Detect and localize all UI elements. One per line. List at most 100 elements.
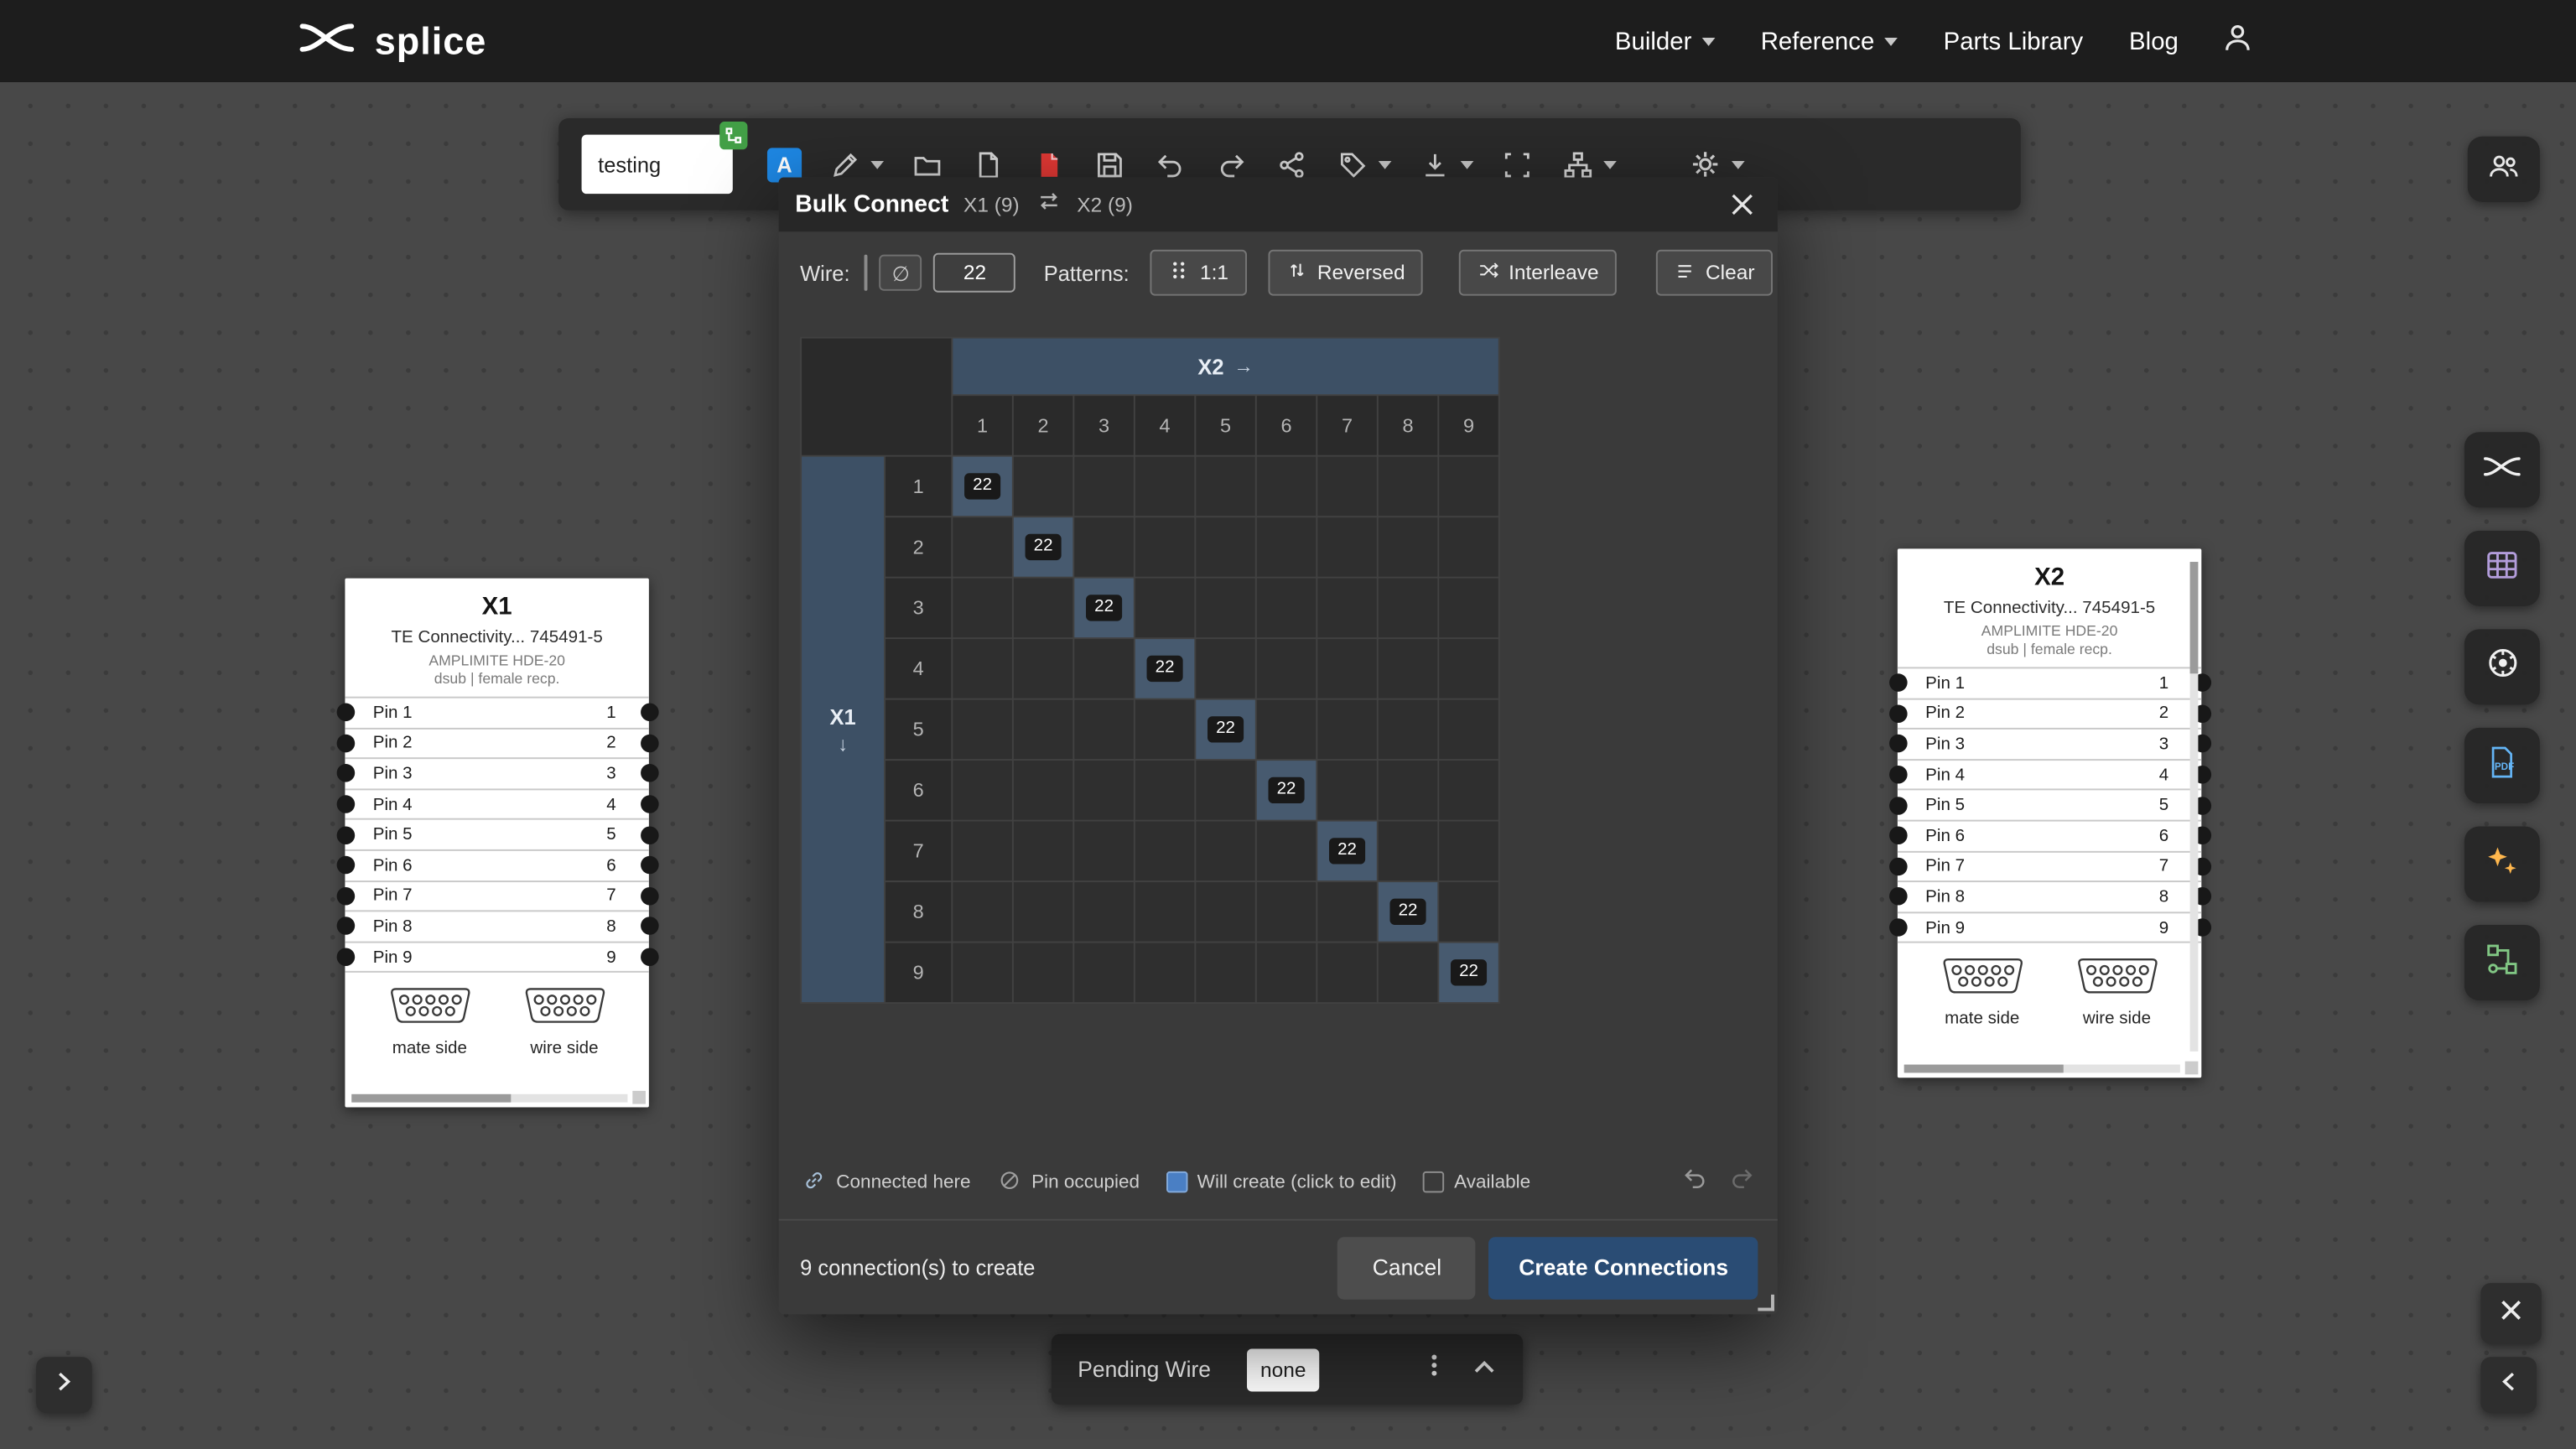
matrix-cell[interactable] — [1135, 943, 1195, 1003]
matrix-cell[interactable] — [1257, 579, 1317, 638]
undo-icon[interactable] — [1682, 1165, 1708, 1199]
matrix-cell[interactable] — [1135, 761, 1195, 820]
matrix-cell[interactable] — [1257, 882, 1317, 942]
matrix-cell[interactable] — [1196, 517, 1255, 577]
kebab-menu-icon[interactable] — [1423, 1352, 1446, 1386]
mate-pin-dot[interactable] — [1888, 888, 1907, 906]
matrix-cell[interactable] — [1439, 517, 1498, 577]
collapse-right-panel-button[interactable] — [2480, 1357, 2537, 1413]
matrix-cell[interactable] — [1379, 761, 1438, 820]
matrix-cell[interactable] — [1074, 761, 1134, 820]
pin-row[interactable]: Pin 88 — [1898, 882, 2201, 912]
pattern-one-to-one-button[interactable]: 1:1 — [1150, 250, 1246, 296]
matrix-cell[interactable]: 22 — [1439, 943, 1498, 1003]
matrix-cell[interactable]: 22 — [1014, 517, 1073, 577]
v-scrollbar[interactable] — [2190, 562, 2199, 1052]
ai-assist-button[interactable] — [2464, 826, 2540, 901]
mate-pin-dot[interactable] — [336, 765, 355, 783]
matrix-cell[interactable] — [1379, 639, 1438, 699]
matrix-cell[interactable] — [1135, 517, 1195, 577]
nav-item-blog[interactable]: Blog — [2129, 27, 2179, 55]
mate-pin-dot[interactable] — [336, 704, 355, 722]
matrix-cell[interactable] — [1379, 822, 1438, 881]
net-graph-button[interactable] — [2464, 925, 2540, 1000]
matrix-cell[interactable] — [1257, 700, 1317, 760]
matrix-cell[interactable] — [1257, 943, 1317, 1003]
mate-pin-dot[interactable] — [1888, 918, 1907, 937]
matrix-cell[interactable] — [1014, 700, 1073, 760]
pin-row[interactable]: Pin 11 — [345, 699, 648, 729]
matrix-col-number[interactable]: 4 — [1135, 396, 1195, 455]
pin-row[interactable]: Pin 99 — [1898, 913, 2201, 943]
matrix-cell[interactable] — [1317, 517, 1377, 577]
matrix-cell[interactable] — [1317, 943, 1377, 1003]
cancel-button[interactable]: Cancel — [1338, 1236, 1477, 1298]
matrix-col-number[interactable]: 8 — [1379, 396, 1438, 455]
mate-pin-dot[interactable] — [1888, 735, 1907, 754]
matrix-row-number[interactable]: 5 — [886, 700, 951, 760]
mate-pin-dot[interactable] — [336, 917, 355, 936]
pin-row[interactable]: Pin 66 — [1898, 822, 2201, 852]
matrix-row-number[interactable]: 7 — [886, 822, 951, 881]
matrix-cell[interactable] — [1317, 457, 1377, 517]
matrix-cell[interactable] — [1257, 457, 1317, 517]
matrix-col-number[interactable]: 1 — [953, 396, 1012, 455]
wire-pin-dot[interactable] — [640, 795, 658, 813]
matrix-row-number[interactable]: 8 — [886, 882, 951, 942]
matrix-cell[interactable] — [1135, 882, 1195, 942]
pin-row[interactable]: Pin 22 — [1898, 699, 2201, 730]
matrix-cell[interactable] — [1379, 700, 1438, 760]
redo-icon[interactable] — [1728, 1165, 1754, 1199]
matrix-cell[interactable] — [1014, 639, 1073, 699]
matrix-cell[interactable] — [1317, 882, 1377, 942]
pattern-clear-button[interactable]: Clear — [1656, 250, 1773, 296]
matrix-cell[interactable] — [1379, 579, 1438, 638]
matrix-cell[interactable] — [1317, 639, 1377, 699]
matrix-col-number[interactable]: 3 — [1074, 396, 1134, 455]
matrix-cell[interactable] — [1074, 700, 1134, 760]
matrix-cell[interactable] — [1317, 700, 1377, 760]
grid-view-button[interactable] — [2464, 531, 2540, 606]
matrix-cell[interactable] — [1379, 517, 1438, 577]
matrix-cell[interactable] — [953, 639, 1012, 699]
mate-pin-dot[interactable] — [336, 887, 355, 906]
matrix-cell[interactable] — [953, 822, 1012, 881]
pin-row[interactable]: Pin 55 — [1898, 791, 2201, 821]
matrix-cell[interactable]: 22 — [1074, 579, 1134, 638]
modal-header[interactable]: Bulk Connect X1 (9) X2 (9) — [779, 178, 1778, 232]
brand[interactable]: splice — [296, 16, 487, 67]
matrix-cell[interactable]: 22 — [953, 457, 1012, 517]
resize-handle[interactable] — [1758, 1295, 1774, 1311]
pattern-interleave-button[interactable]: Interleave — [1459, 250, 1617, 296]
matrix-cell[interactable] — [1074, 457, 1134, 517]
matrix-cell[interactable] — [1439, 822, 1498, 881]
wire-color-swatch[interactable] — [865, 255, 868, 291]
wire-pin-dot[interactable] — [640, 704, 658, 722]
matrix-cell[interactable] — [1074, 639, 1134, 699]
nav-item-reference[interactable]: Reference — [1761, 27, 1898, 55]
mate-pin-dot[interactable] — [1888, 857, 1907, 875]
design-canvas[interactable]: A — [0, 82, 2576, 1449]
expand-left-panel-button[interactable] — [36, 1357, 92, 1413]
auto-layout-badge[interactable]: A — [767, 147, 802, 181]
mate-pin-dot[interactable] — [336, 735, 355, 753]
matrix-col-number[interactable]: 2 — [1014, 396, 1073, 455]
matrix-cell[interactable] — [1135, 579, 1195, 638]
wire-pin-dot[interactable] — [640, 826, 658, 844]
pin-row[interactable]: Pin 99 — [345, 943, 648, 973]
matrix-cell[interactable] — [1135, 822, 1195, 881]
v-scrollbar-thumb[interactable] — [2190, 562, 2199, 673]
mate-pin-dot[interactable] — [336, 795, 355, 813]
matrix-cell[interactable] — [1439, 761, 1498, 820]
pin-row[interactable]: Pin 44 — [345, 790, 648, 820]
pin-row[interactable]: Pin 33 — [345, 760, 648, 790]
matrix-col-number[interactable]: 7 — [1317, 396, 1377, 455]
matrix-cell[interactable] — [1439, 579, 1498, 638]
matrix-row-number[interactable]: 9 — [886, 943, 951, 1003]
matrix-cell[interactable] — [1379, 457, 1438, 517]
color-wheel-button[interactable] — [2464, 629, 2540, 704]
matrix-col-number[interactable]: 9 — [1439, 396, 1498, 455]
wire-pin-dot[interactable] — [640, 765, 658, 783]
matrix-cell[interactable] — [1135, 457, 1195, 517]
create-connections-button[interactable]: Create Connections — [1489, 1236, 1758, 1298]
